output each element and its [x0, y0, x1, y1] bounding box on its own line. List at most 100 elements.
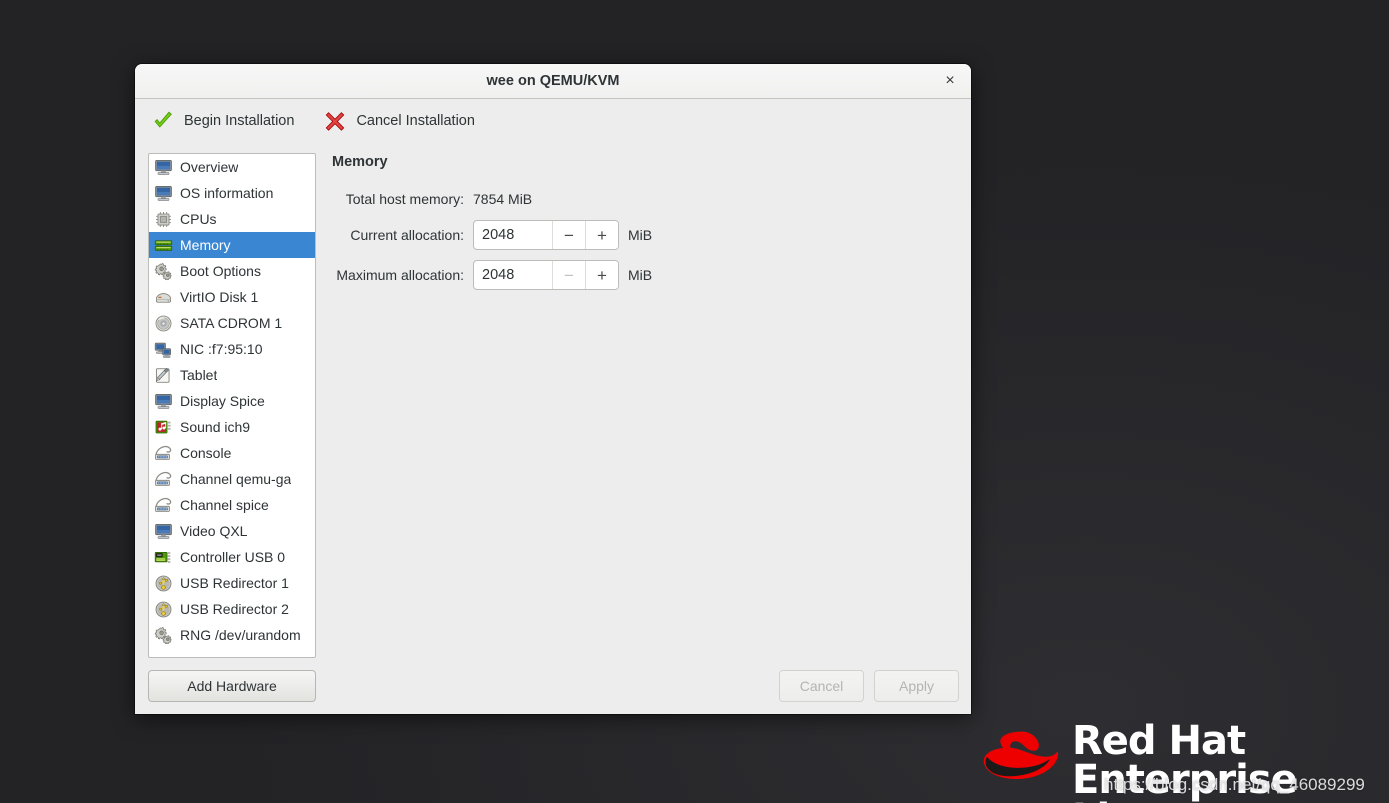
usb-icon	[154, 574, 173, 593]
sidebar-item-tablet[interactable]: Tablet	[149, 362, 315, 388]
sidebar-item-label: Memory	[180, 237, 231, 253]
current-allocation-plus-button[interactable]: +	[585, 221, 618, 249]
sidebar-item-cpus[interactable]: CPUs	[149, 206, 315, 232]
sidebar-item-controller-usb-0[interactable]: Controller USB 0	[149, 544, 315, 570]
pci-card-icon	[154, 548, 173, 567]
sidebar-item-label: Sound ich9	[180, 419, 251, 435]
sidebar-item-virtio-disk-1[interactable]: VirtIO Disk 1	[149, 284, 315, 310]
sidebar-item-label: CPUs	[180, 211, 217, 227]
hardware-sidebar: Overview OS information CPUs Memory Boot Opt…	[148, 153, 316, 702]
brand-line-redhat: Red Hat	[1072, 718, 1246, 764]
close-icon[interactable]: ×	[937, 68, 963, 94]
sidebar-item-label: Console	[180, 445, 232, 461]
maximum-allocation-units: MiB	[628, 267, 653, 283]
redhat-enterprise-linux-logo: Red Hat Enterprise Linux	[978, 718, 1389, 803]
sidebar-item-display-spice[interactable]: Display Spice	[149, 388, 315, 414]
window-content: Overview OS information CPUs Memory Boot Opt…	[135, 143, 971, 714]
redhat-fedora-hat-icon	[983, 731, 1059, 780]
green-check-icon	[154, 111, 172, 128]
sidebar-item-channel-qemu-ga[interactable]: Channel qemu-ga	[149, 466, 315, 492]
serial-console-icon	[154, 496, 173, 515]
panel-footer: Cancel Apply	[330, 670, 959, 702]
maximum-allocation-label: Maximum allocation:	[336, 267, 464, 283]
sidebar-item-label: USB Redirector 2	[180, 601, 289, 617]
sidebar-item-label: VirtIO Disk 1	[180, 289, 259, 305]
sidebar-item-sata-cdrom-1[interactable]: SATA CDROM 1	[149, 310, 315, 336]
sidebar-item-rng-dev-urandom[interactable]: RNG /dev/urandom	[149, 622, 315, 648]
cancel-installation-button[interactable]: Cancel Installation	[320, 107, 479, 135]
monitor-icon	[154, 392, 173, 411]
sidebar-item-label: USB Redirector 1	[180, 575, 289, 591]
computer-icon	[154, 184, 173, 203]
cancel-installation-label: Cancel Installation	[356, 112, 475, 129]
cdrom-disc-icon	[154, 314, 173, 333]
sidebar-item-label: Video QXL	[180, 523, 248, 539]
window-titlebar: wee on QEMU/KVM ×	[135, 64, 971, 99]
sidebar-item-overview[interactable]: Overview	[149, 154, 315, 180]
total-host-memory-value: 7854 MiB	[473, 190, 533, 207]
sidebar-item-label: Controller USB 0	[180, 549, 286, 565]
begin-installation-label: Begin Installation	[184, 112, 295, 129]
total-host-memory-row: Total host memory: 7854 MiB	[330, 182, 959, 215]
cancel-button: Cancel	[779, 670, 864, 702]
current-allocation-label: Current allocation:	[350, 227, 464, 243]
current-allocation-minus-button[interactable]: −	[552, 221, 585, 249]
sidebar-item-label: Channel spice	[180, 497, 269, 513]
red-x-icon	[326, 111, 345, 131]
sidebar-item-os-information[interactable]: OS information	[149, 180, 315, 206]
apply-button: Apply	[874, 670, 959, 702]
gears-icon	[154, 262, 173, 281]
usb-icon	[154, 600, 173, 619]
harddisk-icon	[154, 288, 173, 307]
sidebar-item-label: Tablet	[180, 367, 218, 383]
add-hardware-button[interactable]: Add Hardware	[148, 670, 316, 702]
maximum-allocation-plus-button[interactable]: +	[585, 261, 618, 289]
current-allocation-row: Current allocation: − + MiB	[330, 215, 959, 255]
csdn-watermark: https://blog.csdn.net/qq_46089299	[1104, 775, 1365, 794]
sidebar-item-usb-redirector-1[interactable]: USB Redirector 1	[149, 570, 315, 596]
memory-settings-panel: Memory Total host memory: 7854 MiB Curre…	[330, 153, 959, 702]
sidebar-item-label: RNG /dev/urandom	[180, 627, 301, 643]
sidebar-item-label: OS information	[180, 185, 274, 201]
memory-form: Total host memory: 7854 MiB Current allo…	[330, 182, 959, 295]
sidebar-item-memory[interactable]: Memory	[149, 232, 315, 258]
serial-console-icon	[154, 444, 173, 463]
memory-module-icon	[154, 236, 173, 255]
window-title: wee on QEMU/KVM	[486, 73, 620, 89]
maximum-allocation-minus-button: −	[552, 261, 585, 289]
monitor-icon	[154, 522, 173, 541]
gears-icon	[154, 626, 173, 645]
sidebar-item-label: Channel qemu-ga	[180, 471, 292, 487]
network-card-icon	[154, 340, 173, 359]
serial-console-icon	[154, 470, 173, 489]
sidebar-item-video-qxl[interactable]: Video QXL	[149, 518, 315, 544]
current-allocation-units: MiB	[628, 227, 653, 243]
sidebar-item-usb-redirector-2[interactable]: USB Redirector 2	[149, 596, 315, 622]
sidebar-item-sound-ich9[interactable]: Sound ich9	[149, 414, 315, 440]
begin-installation-button[interactable]: Begin Installation	[148, 107, 298, 135]
brand-line-enterprise-linux: Enterprise Linux	[1072, 757, 1298, 803]
current-allocation-input[interactable]	[474, 221, 552, 249]
installation-toolbar: Begin Installation Cancel Installation	[135, 99, 971, 143]
sidebar-item-label: Boot Options	[180, 263, 261, 279]
panel-title: Memory	[332, 154, 388, 170]
vm-details-window: wee on QEMU/KVM × Begin Installation Can…	[135, 64, 971, 714]
cpu-chip-icon	[154, 210, 173, 229]
sidebar-item-boot-options[interactable]: Boot Options	[149, 258, 315, 284]
current-allocation-stepper[interactable]: − +	[473, 220, 619, 250]
maximum-allocation-row: Maximum allocation: − + MiB	[330, 255, 959, 295]
sidebar-item-console[interactable]: Console	[149, 440, 315, 466]
sound-card-icon	[154, 418, 173, 437]
computer-icon	[154, 158, 173, 177]
maximum-allocation-stepper[interactable]: − +	[473, 260, 619, 290]
hardware-list[interactable]: Overview OS information CPUs Memory Boot Opt…	[148, 153, 316, 658]
sidebar-item-label: NIC :f7:95:10	[180, 341, 263, 357]
total-host-memory-label: Total host memory:	[345, 190, 464, 207]
maximum-allocation-input[interactable]	[474, 261, 552, 289]
sidebar-item-channel-spice[interactable]: Channel spice	[149, 492, 315, 518]
sidebar-item-label: SATA CDROM 1	[180, 315, 283, 331]
tablet-pen-icon	[154, 366, 173, 385]
sidebar-item-label: Display Spice	[180, 393, 265, 409]
sidebar-item-nic-f7-95-10[interactable]: NIC :f7:95:10	[149, 336, 315, 362]
sidebar-item-label: Overview	[180, 159, 239, 175]
